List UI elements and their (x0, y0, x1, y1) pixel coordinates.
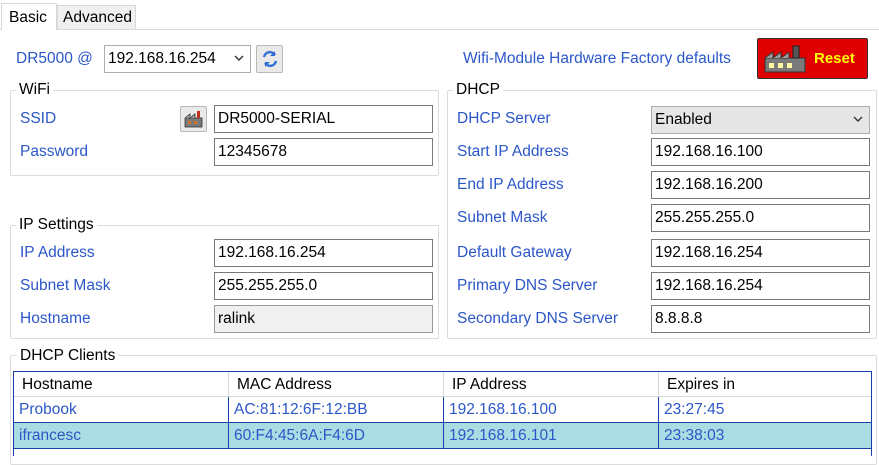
column-header-ip-address[interactable]: IP Address (444, 372, 659, 397)
chevron-down-icon (234, 55, 244, 61)
table-cell-ip-address: 192.168.16.100 (444, 397, 659, 423)
table-cell-expires-in: 23:27:45 (659, 397, 871, 423)
dhcp-server-select[interactable]: Enabled (651, 106, 870, 134)
column-header-hostname[interactable]: Hostname (14, 372, 229, 397)
tab-divider (0, 29, 879, 30)
device-ip-select[interactable]: 192.168.16.254 (104, 45, 251, 73)
ip-settings-group-title: IP Settings (16, 217, 97, 233)
secondary-dns-label: Secondary DNS Server (457, 310, 619, 327)
hostname-input: ralink (214, 305, 433, 333)
default-gateway-input[interactable]: 192.168.16.254 (651, 239, 870, 267)
table-row[interactable]: Probook AC:81:12:6F:12:BB 192.168.16.100… (14, 397, 871, 423)
table-cell-hostname: ifrancesc (14, 423, 229, 449)
factory-defaults-text: Wifi-Module Hardware Factory defaults (463, 50, 731, 67)
refresh-icon (262, 50, 277, 68)
column-header-expires-in[interactable]: Expires in (659, 372, 871, 397)
chevron-down-icon (853, 116, 863, 122)
start-ip-label: Start IP Address (457, 143, 569, 160)
end-ip-label: End IP Address (457, 176, 564, 193)
ssid-input[interactable]: DR5000-SERIAL (214, 105, 433, 133)
default-gateway-label: Default Gateway (457, 244, 572, 261)
ip-address-input[interactable]: 192.168.16.254 (214, 239, 433, 267)
dhcp-server-label: DHCP Server (457, 110, 551, 127)
end-ip-input[interactable]: 192.168.16.200 (651, 171, 870, 199)
subnet-mask-input[interactable]: 255.255.255.0 (214, 272, 433, 300)
table-cell-mac-address: AC:81:12:6F:12:BB (229, 397, 444, 423)
table-cell-ip-address: 192.168.16.101 (444, 423, 659, 449)
password-input[interactable]: 12345678 (214, 138, 433, 166)
tab-basic[interactable]: Basic (1, 3, 57, 30)
table-cell-mac-address: 60:F4:45:6A:F4:6D (229, 423, 444, 449)
password-label: Password (20, 143, 89, 160)
dhcp-subnet-mask-label: Subnet Mask (457, 209, 548, 226)
column-header-mac-address[interactable]: MAC Address (229, 372, 444, 397)
primary-dns-label: Primary DNS Server (457, 277, 598, 294)
table-row-selected[interactable]: ifrancesc 60:F4:45:6A:F4:6D 192.168.16.1… (14, 423, 871, 449)
reset-button[interactable]: Reset (757, 38, 868, 79)
dhcp-subnet-mask-input[interactable]: 255.255.255.0 (651, 204, 870, 232)
table-cell-hostname: Probook (14, 397, 229, 423)
ip-address-label: IP Address (20, 244, 95, 261)
reset-label: Reset (814, 50, 855, 67)
tab-advanced[interactable]: Advanced (57, 5, 136, 29)
tab-strip: Basic Advanced (0, 0, 879, 30)
dhcp-clients-table: Hostname MAC Address IP Address Expires … (13, 371, 872, 456)
table-cell-expires-in: 23:38:03 (659, 423, 871, 449)
primary-dns-input[interactable]: 192.168.16.254 (651, 272, 870, 300)
secondary-dns-input[interactable]: 8.8.8.8 (651, 305, 870, 333)
dhcp-group-title: DHCP (453, 82, 503, 98)
device-ip-value: 192.168.16.254 (108, 50, 216, 67)
device-prefix-label: DR5000 @ (16, 50, 93, 67)
refresh-button[interactable] (256, 45, 283, 73)
factory-icon (764, 45, 806, 73)
subnet-mask-label: Subnet Mask (20, 277, 111, 294)
dhcp-server-value: Enabled (655, 111, 712, 128)
start-ip-input[interactable]: 192.168.16.100 (651, 138, 870, 166)
ssid-scan-button[interactable] (180, 106, 207, 132)
wifi-group-title: WiFi (16, 82, 53, 98)
factory-icon (184, 111, 202, 128)
hostname-label: Hostname (20, 310, 91, 327)
dhcp-clients-group-title: DHCP Clients (17, 348, 119, 364)
ssid-label: SSID (20, 110, 57, 127)
